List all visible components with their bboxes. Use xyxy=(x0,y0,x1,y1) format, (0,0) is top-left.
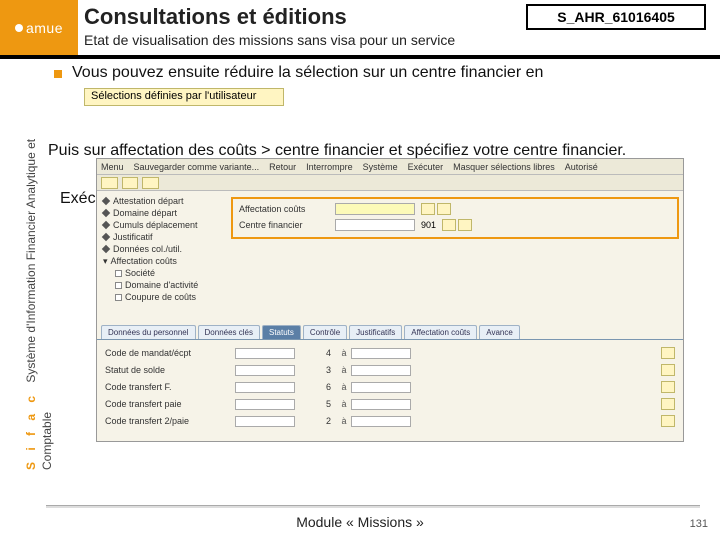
highlighted-fields: Affectation coûts Centre financier 901 xyxy=(231,197,679,239)
menu-item[interactable]: Exécuter xyxy=(408,162,444,172)
tree-subitem[interactable]: Coupure de coûts xyxy=(103,291,221,303)
brand-logo: amue xyxy=(0,0,78,56)
field-label: Centre financier xyxy=(239,220,329,230)
multiple-selection-button[interactable] xyxy=(437,203,451,215)
user-defined-selections-button[interactable]: Sélections définies par l'utilisateur xyxy=(84,88,284,106)
bullet-1-text: Vous pouvez ensuite réduire la sélection… xyxy=(72,64,702,82)
tree-item[interactable]: Domaine départ xyxy=(103,207,221,219)
field-input-to[interactable] xyxy=(351,399,411,410)
tab[interactable]: Affectation coûts xyxy=(404,325,477,339)
header-divider xyxy=(0,55,720,59)
toolbar-button[interactable] xyxy=(101,177,118,189)
bullet-icon xyxy=(54,70,62,78)
field-input-to[interactable] xyxy=(351,365,411,376)
field-input[interactable] xyxy=(235,348,295,359)
multiple-selection-button[interactable] xyxy=(661,364,675,376)
tab[interactable]: Données clés xyxy=(198,325,260,339)
diamond-icon xyxy=(102,245,110,253)
sifac-brand: S i f a c xyxy=(24,392,38,470)
toolbar-button[interactable] xyxy=(122,177,139,189)
menu-item[interactable]: Retour xyxy=(269,162,296,172)
field-value: 901 xyxy=(421,220,436,230)
tab-active[interactable]: Statuts xyxy=(262,325,301,339)
multiple-selection-button[interactable] xyxy=(661,398,675,410)
tab[interactable]: Justificatifs xyxy=(349,325,402,339)
tree-subitem[interactable]: Domaine d'activité xyxy=(103,279,221,291)
checkbox-icon[interactable] xyxy=(115,294,122,301)
multiple-selection-button[interactable] xyxy=(661,415,675,427)
transaction-code: S_AHR_61016405 xyxy=(526,4,706,30)
sap-toolbar xyxy=(97,175,683,191)
field-input[interactable] xyxy=(235,382,295,393)
sap-tabstrip: Données du personnel Données clés Statut… xyxy=(97,325,683,340)
field-input[interactable] xyxy=(235,416,295,427)
multiple-selection-button[interactable] xyxy=(661,381,675,393)
field-input-to[interactable] xyxy=(351,348,411,359)
menu-item[interactable]: Sauvegarder comme variante... xyxy=(134,162,260,172)
field-row: Code transfert paie5à xyxy=(105,397,675,411)
logo-dot-icon xyxy=(15,24,23,32)
page-number: 131 xyxy=(690,518,708,530)
field-input[interactable] xyxy=(335,203,415,215)
sidebar-desc-1: Système d'Information Financier Analytiq… xyxy=(24,139,38,383)
field-input-to[interactable] xyxy=(351,416,411,427)
page-title: Consultations et éditions xyxy=(84,4,347,30)
footer-module: Module « Missions » xyxy=(0,514,720,530)
diamond-icon xyxy=(102,221,110,229)
tree-item[interactable]: Cumuls déplacement xyxy=(103,219,221,231)
field-label: Affectation coûts xyxy=(239,204,329,214)
field-input-to[interactable] xyxy=(351,382,411,393)
diamond-icon xyxy=(102,209,110,217)
sap-tree-panel: Attestation départ Domaine départ Cumuls… xyxy=(97,191,227,307)
tree-item[interactable]: Données col./util. xyxy=(103,243,221,255)
value-help-button[interactable] xyxy=(421,203,435,215)
tree-item[interactable]: Justificatif xyxy=(103,231,221,243)
multiple-selection-button[interactable] xyxy=(661,347,675,359)
menu-item[interactable]: Système xyxy=(363,162,398,172)
tab[interactable]: Contrôle xyxy=(303,325,347,339)
centre-financier-input[interactable] xyxy=(335,219,415,231)
sap-right-panel: Affectation coûts Centre financier 901 xyxy=(227,191,683,307)
page-subtitle: Etat de visualisation des missions sans … xyxy=(84,32,455,48)
checkbox-icon[interactable] xyxy=(115,282,122,289)
field-row: Statut de solde3à xyxy=(105,363,675,377)
tab[interactable]: Avance xyxy=(479,325,520,339)
tab[interactable]: Données du personnel xyxy=(101,325,196,339)
tree-item[interactable]: Attestation départ xyxy=(103,195,221,207)
footer-divider-shadow xyxy=(46,506,700,508)
tree-item-expanded[interactable]: ▾ Affectation coûts xyxy=(103,255,221,267)
value-help-button[interactable] xyxy=(442,219,456,231)
field-row: Code transfert 2/paie2à xyxy=(105,414,675,428)
diamond-icon xyxy=(102,197,110,205)
multiple-selection-button[interactable] xyxy=(458,219,472,231)
diamond-icon xyxy=(102,233,110,241)
sap-fields-area: Code de mandat/écpt4à Statut de solde3à … xyxy=(97,340,683,441)
menu-item[interactable]: Interrompre xyxy=(306,162,353,172)
menu-item[interactable]: Autorisé xyxy=(565,162,598,172)
menu-item[interactable]: Masquer sélections libres xyxy=(453,162,555,172)
tree-subitem[interactable]: Société xyxy=(103,267,221,279)
sidebar-vertical-label-2: Comptable xyxy=(40,412,54,470)
sap-menu-bar: Menu Sauvegarder comme variante... Retou… xyxy=(97,159,683,175)
checkbox-icon[interactable] xyxy=(115,270,122,277)
field-input[interactable] xyxy=(235,399,295,410)
field-row: Code de mandat/écpt4à xyxy=(105,346,675,360)
brand-name: amue xyxy=(26,20,63,36)
sap-screenshot-panel: Menu Sauvegarder comme variante... Retou… xyxy=(96,158,684,442)
menu-item[interactable]: Menu xyxy=(101,162,124,172)
field-row: Code transfert F.6à xyxy=(105,380,675,394)
sidebar-vertical-label: S i f a c Système d'Information Financie… xyxy=(24,139,38,470)
toolbar-button[interactable] xyxy=(142,177,159,189)
field-input[interactable] xyxy=(235,365,295,376)
